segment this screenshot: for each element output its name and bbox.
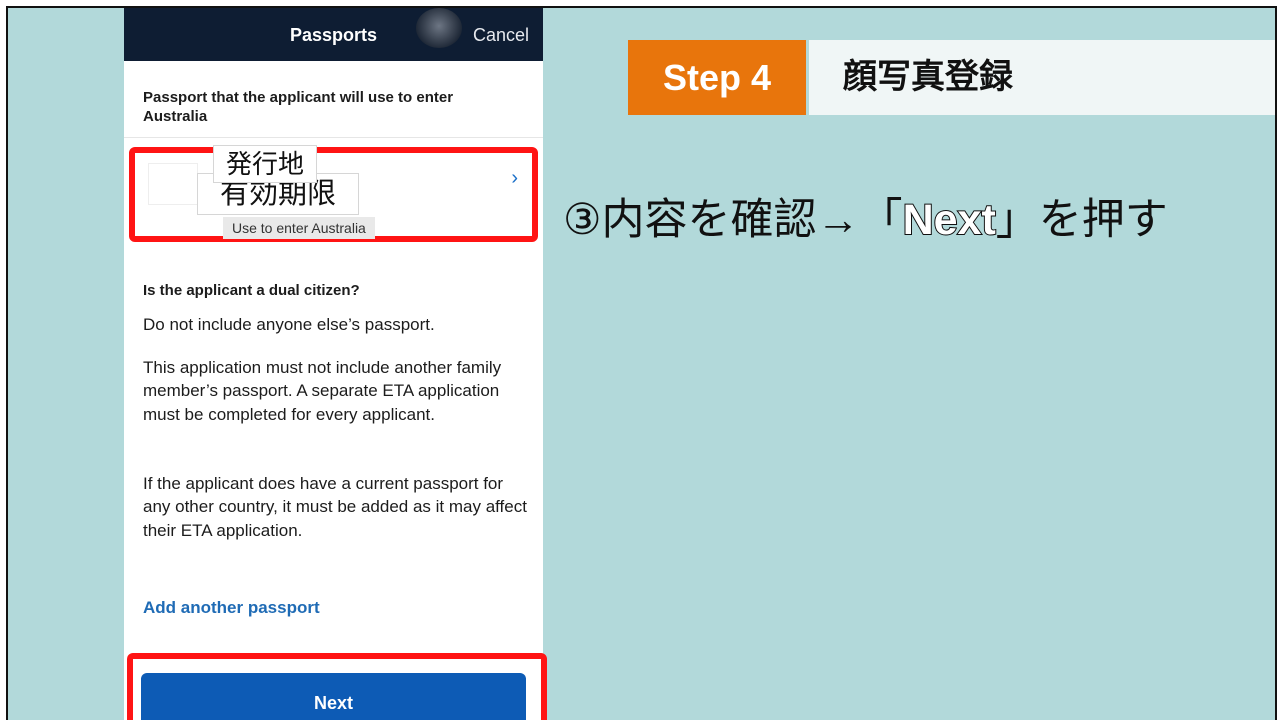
step-title: 顔写真登録 [809, 40, 1275, 115]
phone-screen: Passports Cancel Passport that the appli… [124, 8, 543, 720]
cancel-button[interactable]: Cancel [473, 25, 529, 46]
instruction-prefix: ③内容を確認→「 [563, 196, 903, 244]
step-badge: Step 4 [628, 40, 806, 115]
instruction-suffix: 」を押す [995, 196, 1168, 244]
passport-intro-heading: Passport that the applicant will use to … [143, 89, 454, 125]
passport-card[interactable]: 有効期限 発行地 Use to enter Australia › [129, 145, 538, 242]
info-paragraph-1: Do not include anyone else’s passport. [143, 315, 435, 334]
dual-citizen-heading: Is the applicant a dual citizen? [143, 282, 360, 299]
next-button[interactable]: Next [141, 673, 526, 720]
passport-flag-icon [148, 163, 198, 205]
issuer-label: 発行地 [213, 145, 318, 183]
instruction-highlight: Next [902, 195, 997, 245]
assistive-touch-icon[interactable] [416, 8, 462, 48]
add-another-passport-link[interactable]: Add another passport [143, 598, 320, 618]
info-paragraph-2: This application must not include anothe… [143, 358, 502, 424]
chevron-right-icon[interactable]: › [511, 167, 518, 190]
use-to-enter-badge: Use to enter Australia [223, 217, 375, 239]
divider [124, 137, 543, 138]
info-paragraph-3: If the applicant does have a current pas… [143, 474, 527, 540]
nav-header: Passports Cancel [124, 8, 543, 61]
instruction-text: ③内容を確認→「Next」を押す [563, 194, 1168, 246]
slide: Passports Cancel Passport that the appli… [6, 6, 1277, 720]
